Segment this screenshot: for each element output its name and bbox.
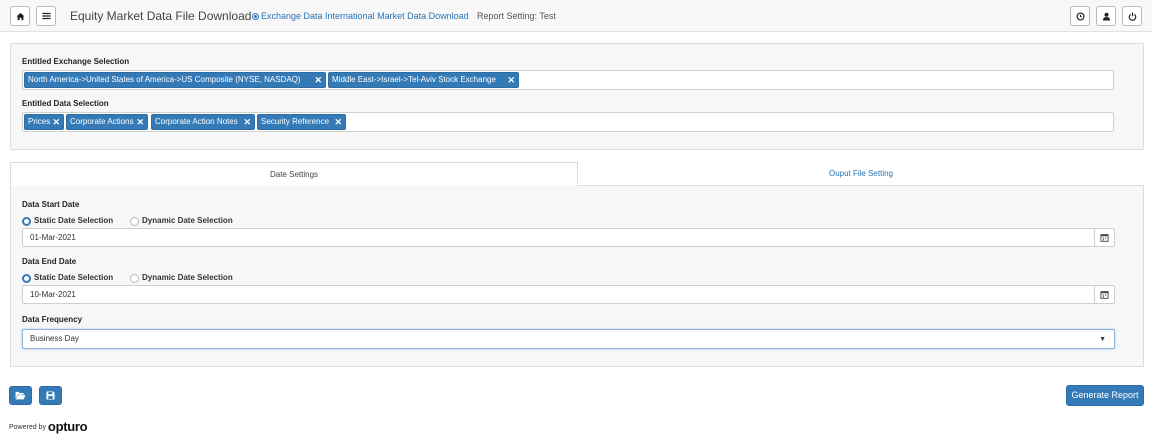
history-button[interactable] <box>1070 6 1090 26</box>
top-bar: Equity Market Data File Download Exchang… <box>0 0 1152 32</box>
start-calendar-button[interactable] <box>1094 229 1114 246</box>
end-date-label: Data End Date <box>22 257 77 266</box>
report-setting-label: Report Setting: Test <box>477 11 556 21</box>
user-button[interactable] <box>1096 6 1116 26</box>
remove-tag-icon[interactable]: ✕ <box>52 115 60 129</box>
menu-icon <box>41 12 51 20</box>
end-date-value: 10-Mar-2021 <box>30 290 76 299</box>
data-tag[interactable]: Corporate Action Notes ✕ <box>151 114 255 130</box>
market-data-download-label: Exchange Data International Market Data … <box>261 11 469 21</box>
data-tag-label: Security Reference <box>261 117 330 126</box>
start-static-radio[interactable] <box>22 217 31 226</box>
powered-by: Powered by opturo <box>9 419 88 434</box>
exchange-tag[interactable]: North America->United States of America-… <box>24 72 326 88</box>
tab-output-file-setting[interactable]: Ouput File Setting <box>578 162 1144 186</box>
settings-tabs: Date Settings Ouput File Setting <box>10 162 1144 186</box>
start-date-value: 01-Mar-2021 <box>30 233 76 242</box>
menu-button[interactable] <box>36 6 56 26</box>
end-static-label: Static Date Selection <box>34 273 114 282</box>
start-date-label: Data Start Date <box>22 200 80 209</box>
open-report-button[interactable] <box>9 386 32 405</box>
frequency-select[interactable]: Business Day ▼ <box>22 329 1115 349</box>
end-date-field[interactable]: 10-Mar-2021 <box>22 285 1115 304</box>
end-static-radio[interactable] <box>22 274 31 283</box>
home-icon <box>15 12 25 20</box>
date-settings-panel: Data Start Date Static Date Selection Dy… <box>10 186 1144 367</box>
tab-date-settings[interactable]: Date Settings <box>10 162 578 186</box>
frequency-label: Data Frequency <box>22 315 83 324</box>
save-icon <box>46 391 55 400</box>
start-dynamic-label: Dynamic Date Selection <box>142 216 233 225</box>
end-calendar-button[interactable] <box>1094 286 1114 303</box>
calendar-icon <box>1100 234 1109 242</box>
calendar-icon <box>1100 291 1109 299</box>
generate-report-button[interactable]: Generate Report <box>1066 385 1144 406</box>
data-tag[interactable]: Corporate Actions ✕ <box>66 114 148 130</box>
folder-open-icon <box>15 391 26 400</box>
caret-down-icon: ▼ <box>1099 336 1106 343</box>
data-selection-input[interactable]: Prices ✕ Corporate Actions ✕ Corporate A… <box>22 112 1114 132</box>
data-selection-label: Entitled Data Selection <box>22 99 109 108</box>
remove-tag-icon[interactable]: ✕ <box>243 115 251 129</box>
start-dynamic-radio[interactable] <box>130 217 139 226</box>
end-dynamic-radio[interactable] <box>130 274 139 283</box>
data-tag-label: Corporate Action Notes <box>155 117 238 126</box>
end-dynamic-label: Dynamic Date Selection <box>142 273 233 282</box>
exchange-tag[interactable]: Middle East->Israel->Tel-Aviv Stock Exch… <box>328 72 519 88</box>
powered-by-label: Powered by <box>9 424 46 431</box>
remove-tag-icon[interactable]: ✕ <box>136 115 144 129</box>
logout-button[interactable] <box>1122 6 1142 26</box>
page-title: Equity Market Data File Download <box>70 9 252 23</box>
exchange-tag-label: Middle East->Israel->Tel-Aviv Stock Exch… <box>332 75 496 84</box>
exchange-selection-label: Entitled Exchange Selection <box>22 57 130 66</box>
start-static-label: Static Date Selection <box>34 216 114 225</box>
data-tag-label: Prices <box>28 117 51 126</box>
data-tag[interactable]: Security Reference ✕ <box>257 114 346 130</box>
opturo-logo: opturo <box>47 419 88 434</box>
data-tag-label: Corporate Actions <box>70 117 134 126</box>
data-tag[interactable]: Prices ✕ <box>24 114 64 130</box>
remove-tag-icon[interactable]: ✕ <box>507 73 515 87</box>
start-date-field[interactable]: 01-Mar-2021 <box>22 228 1115 247</box>
exchange-selection-input[interactable]: North America->United States of America-… <box>22 70 1114 90</box>
remove-tag-icon[interactable]: ✕ <box>334 115 342 129</box>
market-data-download-link[interactable]: Exchange Data International Market Data … <box>252 11 469 21</box>
frequency-value: Business Day <box>30 334 79 343</box>
clock-icon <box>1075 11 1085 21</box>
power-icon <box>1128 11 1136 21</box>
user-icon <box>1102 12 1110 21</box>
selection-panel: Entitled Exchange Selection North Americ… <box>10 43 1144 150</box>
remove-tag-icon[interactable]: ✕ <box>314 73 322 87</box>
save-report-button[interactable] <box>39 386 62 405</box>
exchange-tag-label: North America->United States of America-… <box>28 75 301 84</box>
circle-icon <box>252 13 259 20</box>
home-button[interactable] <box>10 6 30 26</box>
